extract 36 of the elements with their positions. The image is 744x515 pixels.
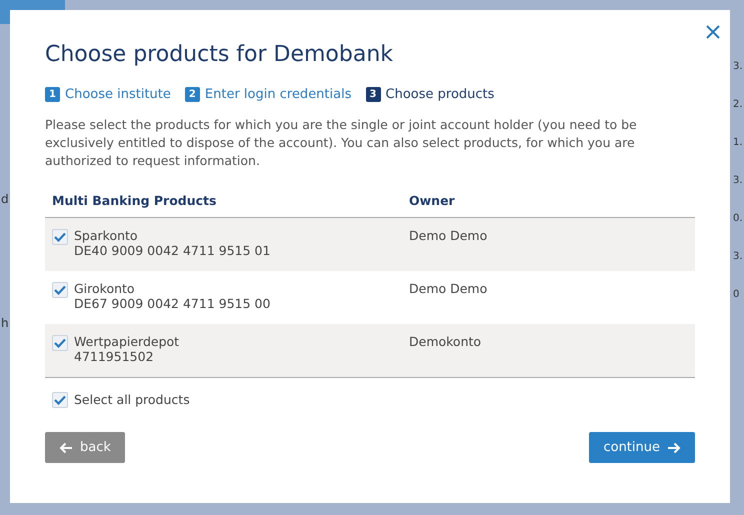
menu-text: d xyxy=(1,192,10,206)
dialog-title: Choose products for Demobank xyxy=(45,41,394,69)
amount-text: 3. xyxy=(733,60,744,74)
product-name: Girokonto xyxy=(74,281,136,296)
step-label[interactable]: Enter login credentials xyxy=(204,87,352,102)
owner-name: Demo Demo xyxy=(409,281,488,296)
account-number: DE40 9009 0042 4711 9515 01 xyxy=(74,243,270,258)
amount-text: 0. xyxy=(733,212,744,226)
amount-text: 1. xyxy=(733,136,744,150)
amount-text: 3. xyxy=(733,250,744,264)
step-number: 1 xyxy=(45,87,60,102)
step-number: 2 xyxy=(184,87,200,102)
product-name: Sparkonto xyxy=(74,228,139,243)
arrow-right-icon xyxy=(667,442,681,454)
checkbox[interactable] xyxy=(52,282,68,298)
amount-text: 0 xyxy=(733,288,740,302)
step-label[interactable]: Choose products xyxy=(386,87,494,102)
checkbox[interactable] xyxy=(52,335,68,351)
close-icon[interactable] xyxy=(706,25,720,39)
owner-name: Demokonto xyxy=(409,334,482,349)
checkbox[interactable] xyxy=(52,392,68,408)
checkbox[interactable] xyxy=(52,229,68,245)
step-label[interactable]: Choose institute xyxy=(65,87,171,102)
amount-text: 2. xyxy=(733,98,744,112)
instruction-text: Please select the products for which you are the single or joint account holder (you need to be exclusively entitled to dispose of the account). You can also select products, for which you are authorized to request information. xyxy=(45,116,638,170)
select-all-label: Select all products xyxy=(74,392,190,407)
continue-button[interactable]: continue xyxy=(589,432,695,463)
product-name: Wertpapierdepot xyxy=(74,334,180,349)
menu-text: h xyxy=(1,316,10,330)
arrow-left-icon xyxy=(59,442,73,454)
amount-text: 3. xyxy=(733,174,744,188)
account-number: DE67 9009 0042 4711 9515 00 xyxy=(74,296,270,311)
step-number: 3 xyxy=(366,87,380,102)
account-number: 4711951502 xyxy=(74,349,155,364)
back-button[interactable]: back xyxy=(45,432,125,463)
owner-name: Demo Demo xyxy=(409,228,488,243)
